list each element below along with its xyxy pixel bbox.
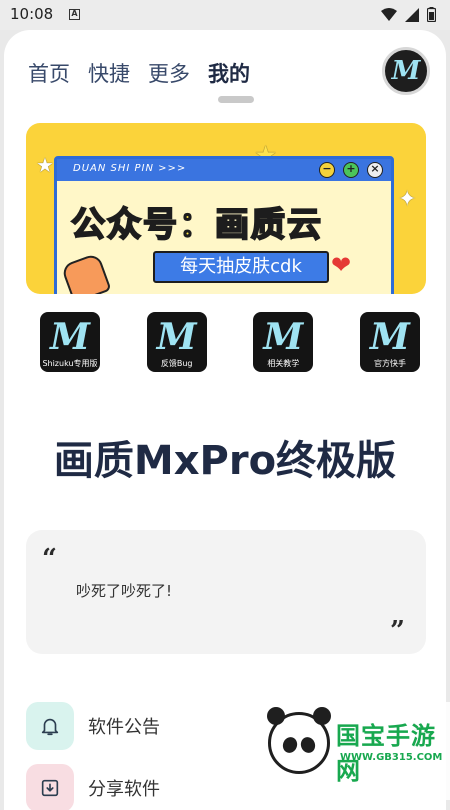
- banner-window-bar: DUAN SHI PIN >>> − + ×: [57, 159, 391, 181]
- plus-icon: +: [343, 162, 359, 178]
- battery-icon: [427, 7, 436, 22]
- drag-handle[interactable]: [218, 96, 254, 103]
- bell-icon: [26, 702, 74, 750]
- quick-label: 官方快手: [373, 359, 406, 368]
- app-logo-icon: M: [263, 316, 304, 358]
- close-icon: ×: [367, 162, 383, 178]
- panda-eye: [298, 735, 318, 755]
- banner-window-title: DUAN SHI PIN >>>: [73, 163, 187, 174]
- panda-ear: [267, 707, 285, 725]
- quote-text: 吵死了吵死了!: [76, 582, 173, 600]
- status-bar: 10:08 A: [0, 0, 450, 30]
- panda-eye: [280, 735, 300, 755]
- avatar-logo-letter: M: [391, 56, 421, 86]
- promo-banner[interactable]: ★ ★ ✦ DUAN SHI PIN >>> − + × 公众号：画质云 每天抽…: [26, 123, 426, 294]
- app-logo-icon: M: [50, 316, 90, 358]
- quick-official-kuaishou[interactable]: M 官方快手: [359, 312, 420, 372]
- menu-label: 分享软件: [88, 779, 160, 800]
- quick-label: 反馈Bug: [160, 359, 193, 368]
- heart-icon: ❤: [331, 251, 352, 279]
- banner-subline: 每天抽皮肤cdk: [153, 251, 329, 283]
- tab-mine[interactable]: 我的: [208, 58, 250, 88]
- app-title: 画质MxPro终极版: [53, 438, 397, 484]
- open-quote-icon: “: [42, 544, 57, 574]
- star-icon: ✦: [398, 187, 417, 212]
- download-box-icon: [26, 764, 74, 810]
- minimize-icon: −: [319, 162, 335, 178]
- tab-more[interactable]: 更多: [148, 58, 190, 88]
- status-time: 10:08: [10, 5, 54, 23]
- app-logo-icon: M: [156, 316, 197, 358]
- quick-actions: M Shizuku专用版 M 反馈Bug M 相关教学 M 官方快手: [40, 312, 420, 372]
- quick-label: Shizuku专用版: [42, 359, 98, 368]
- notification-a-icon: A: [69, 9, 80, 20]
- wifi-icon: [381, 7, 397, 21]
- panda-logo-icon: [267, 707, 331, 774]
- app-logo-icon: M: [370, 316, 410, 358]
- close-quote-icon: ”: [390, 616, 405, 646]
- tab-shortcuts[interactable]: 快捷: [88, 58, 130, 88]
- tab-home[interactable]: 首页: [28, 58, 70, 88]
- main-sheet: 首页 快捷 更多 我的 M ★ ★ ✦ DUAN SHI PIN >>> − +…: [4, 30, 446, 810]
- watermark-title: 国宝手游网: [336, 722, 436, 785]
- status-icons: [381, 7, 436, 22]
- star-icon: ★: [36, 153, 54, 177]
- quick-feedback-bug[interactable]: M 反馈Bug: [146, 312, 207, 372]
- signal-icon: [405, 7, 419, 22]
- quick-tutorials[interactable]: M 相关教学: [253, 312, 314, 372]
- watermark-url: WWW.GB315.COM: [340, 752, 443, 763]
- top-tabs: 首页 快捷 更多 我的: [28, 58, 250, 88]
- menu-label: 软件公告: [88, 717, 160, 738]
- banner-headline: 公众号：画质云: [70, 204, 323, 246]
- quick-label: 相关教学: [267, 359, 300, 368]
- avatar[interactable]: M: [382, 47, 430, 95]
- panda-ear: [313, 707, 331, 725]
- quick-shizuku[interactable]: M Shizuku专用版: [40, 312, 100, 372]
- quote-card: “ 吵死了吵死了! ”: [26, 530, 426, 654]
- site-watermark: 国宝手游网 WWW.GB315.COM: [252, 702, 450, 800]
